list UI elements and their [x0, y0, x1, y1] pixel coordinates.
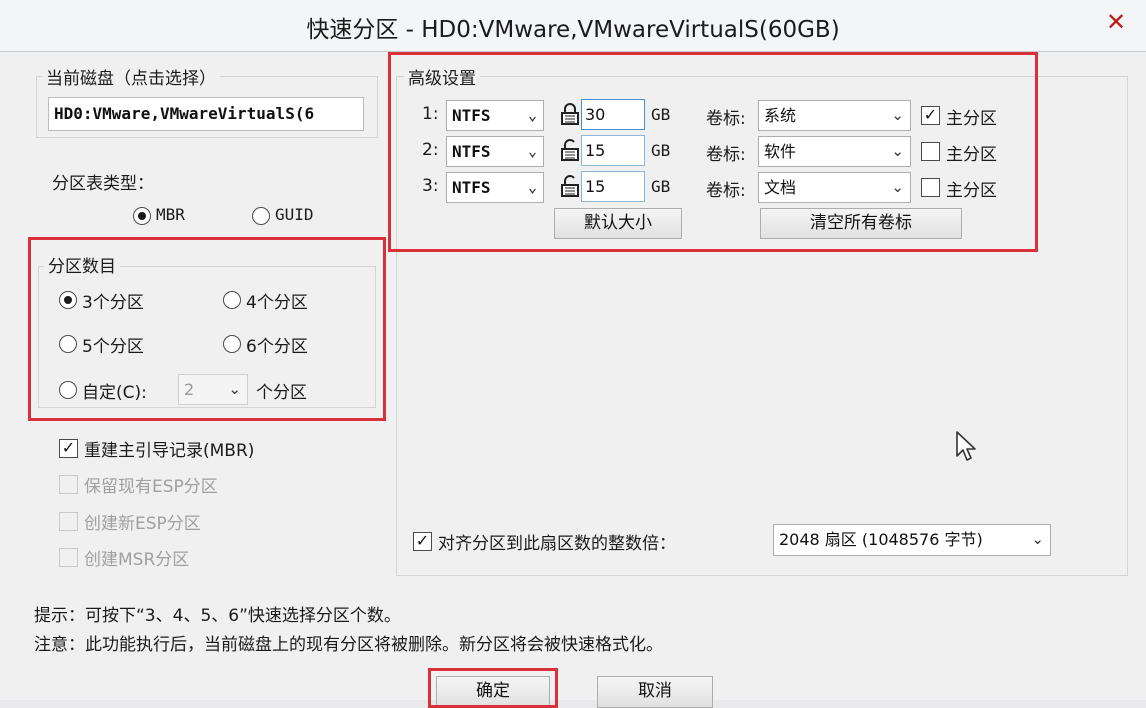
cancel-button[interactable]: 取消 [597, 676, 713, 708]
close-icon[interactable]: ✕ [1102, 8, 1130, 36]
keep-esp-label: 保留现有ESP分区 [84, 477, 218, 497]
guid-label[interactable]: GUID [275, 205, 314, 224]
current-disk-field[interactable]: HD0:VMware,VMwareVirtualS(6 [48, 97, 364, 131]
align-value: 2048 扇区 (1048576 字节) [779, 530, 983, 549]
hint-text: 提示：可按下“3、4、5、6”快速选择分区个数。 [34, 606, 401, 626]
mouse-cursor-icon [956, 431, 976, 461]
guid-radio[interactable] [252, 207, 270, 225]
title-bar: 快速分区 - HD0:VMware,VMwareVirtualS(60GB) ✕ [0, 0, 1146, 52]
mbr-radio[interactable] [133, 207, 151, 225]
create-msr-label: 创建MSR分区 [84, 550, 190, 570]
advanced-highlight [388, 52, 1038, 252]
keep-esp-checkbox [59, 475, 78, 494]
window-title: 快速分区 - HD0:VMware,VMwareVirtualS(60GB) [306, 17, 840, 43]
create-msr-checkbox [59, 548, 78, 567]
current-disk-value: HD0:VMware,VMwareVirtualS(6 [54, 104, 315, 123]
create-esp-label: 创建新ESP分区 [84, 514, 201, 534]
align-label[interactable]: 对齐分区到此扇区数的整数倍： [438, 529, 676, 554]
current-disk-label: 当前磁盘（点击选择） [42, 64, 220, 89]
rebuild-mbr-checkbox[interactable]: ✓ [59, 439, 78, 458]
chevron-down-icon: ⌄ [1031, 530, 1044, 548]
warning-text: 注意：此功能执行后，当前磁盘上的现有分区将被删除。新分区将会被快速格式化。 [34, 635, 663, 655]
dialog-body: 当前磁盘（点击选择） HD0:VMware,VMwareVirtualS(6 分… [0, 52, 1146, 708]
align-checkbox[interactable]: ✓ [413, 532, 432, 551]
create-esp-checkbox [59, 512, 78, 531]
partition-count-highlight [28, 237, 386, 421]
rebuild-mbr-label[interactable]: 重建主引导记录(MBR) [84, 436, 254, 461]
align-select[interactable]: 2048 扇区 (1048576 字节) ⌄ [773, 524, 1051, 556]
ok-button-highlight [428, 668, 558, 708]
partition-table-label: 分区表类型： [52, 174, 154, 194]
mbr-label[interactable]: MBR [156, 205, 185, 224]
